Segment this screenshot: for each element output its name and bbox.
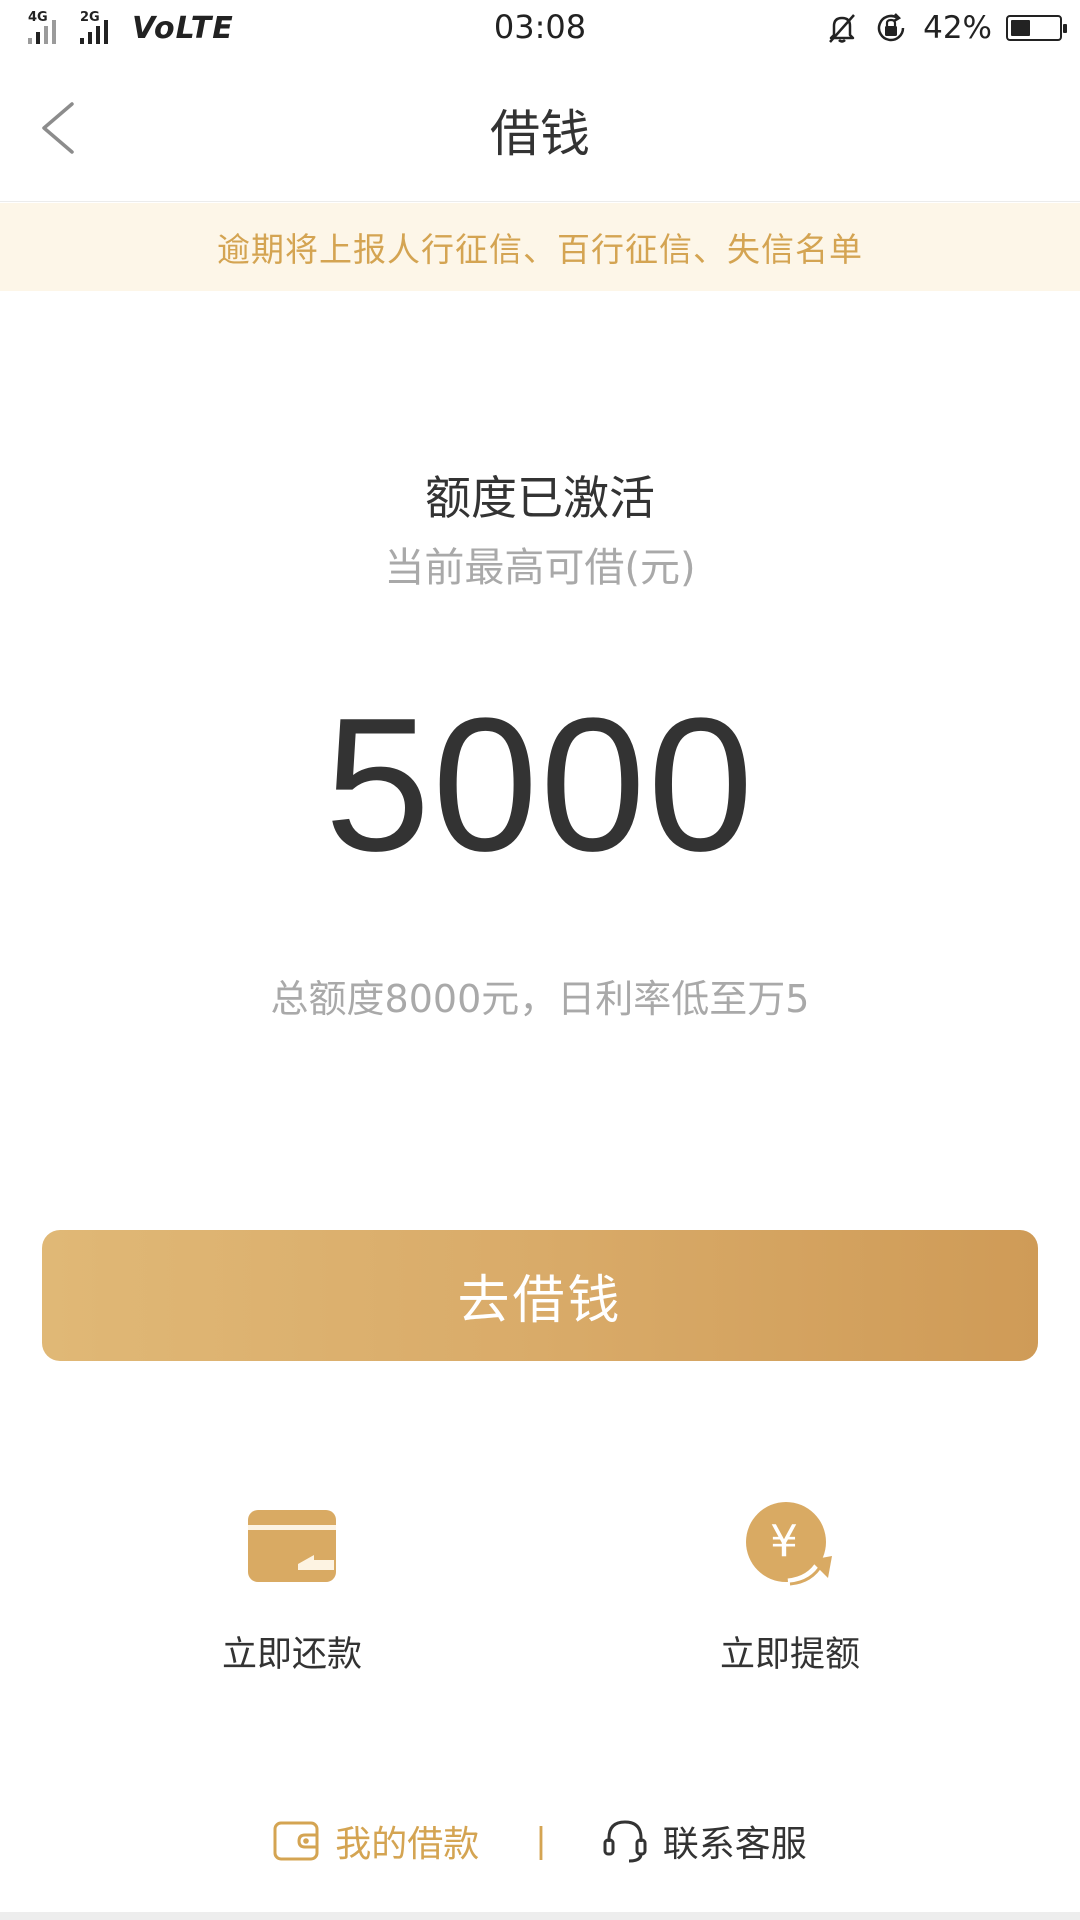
battery-fill bbox=[1011, 20, 1030, 36]
quota-subtitle: 当前最高可借(元) bbox=[384, 545, 696, 591]
screen: 4G 2G VoLTE 03:08 42% 借钱 逾期将上报人行征信、百行征信、… bbox=[0, 0, 1080, 1920]
nav-bar: 借钱 bbox=[0, 56, 1080, 202]
wallet-icon bbox=[273, 1821, 319, 1861]
battery-icon bbox=[1006, 15, 1067, 41]
page-title: 借钱 bbox=[490, 105, 590, 163]
footer-links: 我的借款 | 联系客服 bbox=[0, 1806, 1080, 1876]
signal-4g-icon: 4G bbox=[22, 10, 68, 46]
status-right: 42% bbox=[825, 10, 1067, 46]
my-loans-link[interactable]: 我的借款 bbox=[273, 1815, 479, 1867]
card-repay-icon bbox=[248, 1510, 336, 1582]
contact-service-label: 联系客服 bbox=[662, 1824, 807, 1865]
borrow-button-label: 去借钱 bbox=[457, 1272, 623, 1330]
overdue-notice-banner: 逾期将上报人行征信、百行征信、失信名单 bbox=[0, 203, 1080, 291]
status-left: 4G 2G VoLTE bbox=[22, 0, 234, 56]
battery-percent: 42% bbox=[923, 10, 992, 46]
raise-limit-label: 立即提额 bbox=[719, 1635, 860, 1675]
borrow-button[interactable]: 去借钱 bbox=[42, 1230, 1038, 1361]
repay-now-label: 立即还款 bbox=[221, 1635, 362, 1675]
yuan-increase-icon: ¥ bbox=[746, 1502, 832, 1586]
notice-text: 逾期将上报人行征信、百行征信、失信名单 bbox=[217, 230, 863, 269]
volte-label: VoLTE bbox=[132, 10, 234, 46]
my-loans-label: 我的借款 bbox=[335, 1824, 480, 1865]
rotation-lock-icon bbox=[877, 13, 905, 42]
raise-limit-action[interactable]: ¥ 立即提额 bbox=[640, 1500, 940, 1675]
repay-now-action[interactable]: 立即还款 bbox=[142, 1500, 442, 1675]
quota-status: 额度已激活 bbox=[425, 471, 655, 525]
contact-service-link[interactable]: 联系客服 bbox=[603, 1815, 807, 1867]
signal-2g-icon: 2G bbox=[74, 10, 120, 46]
bottom-strip bbox=[0, 1912, 1080, 1920]
available-amount: 5000 bbox=[324, 679, 756, 891]
silent-bell-icon bbox=[829, 14, 856, 43]
status-bar: 4G 2G VoLTE 03:08 42% bbox=[0, 0, 1080, 56]
total-quota-info: 总额度8000元，日利率低至万5 bbox=[270, 977, 810, 1021]
svg-text:¥: ¥ bbox=[770, 1516, 798, 1567]
footer-separator: | bbox=[535, 1821, 547, 1861]
headset-icon bbox=[603, 1820, 647, 1863]
